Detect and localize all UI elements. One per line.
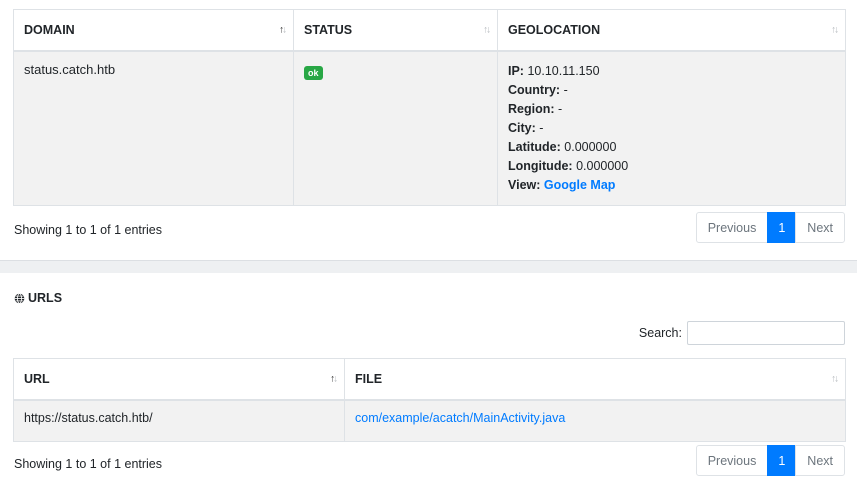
geo-ip: IP: 10.10.11.150: [508, 64, 600, 78]
sort-arrows-icon[interactable]: ↑↓: [483, 25, 491, 36]
search-label: Search:: [638, 326, 682, 340]
table-row: https://status.catch.htb/ com/example/ac…: [13, 399, 846, 442]
domains-section: DOMAIN ↑↓ STATUS ↑↓ GEOLOCATION ↑↓ statu…: [0, 0, 857, 260]
page-1-button[interactable]: 1: [767, 445, 797, 476]
search-input[interactable]: [687, 321, 845, 345]
status-cell: ok: [293, 50, 498, 206]
geo-view: View: Google Map: [508, 178, 616, 192]
file-link[interactable]: com/example/acatch/MainActivity.java: [355, 411, 565, 425]
geolocation-cell: IP: 10.10.11.150 Country: - Region: - Ci…: [497, 50, 846, 206]
status-badge: ok: [304, 66, 323, 80]
geo-latitude: Latitude: 0.000000: [508, 140, 617, 154]
domain-cell: status.catch.htb: [13, 50, 294, 206]
table-info: Showing 1 to 1 of 1 entries: [14, 223, 163, 237]
column-header-domain[interactable]: DOMAIN ↑↓: [13, 9, 294, 52]
next-button[interactable]: Next: [795, 445, 845, 476]
search-box: Search:: [639, 321, 845, 345]
column-label: FILE: [355, 372, 383, 386]
table-row: status.catch.htb ok IP: 10.10.11.150 Cou…: [13, 50, 846, 206]
column-header-file[interactable]: FILE ↑↓: [344, 358, 846, 401]
sort-arrows-icon[interactable]: ↑↓: [831, 25, 839, 36]
column-label: DOMAIN: [24, 23, 75, 37]
google-map-link[interactable]: Google Map: [544, 178, 616, 192]
urls-section: URLS Search: URL ↑↓ FILE ↑↓ https://stat…: [0, 273, 857, 487]
geo-region: Region: -: [508, 102, 563, 116]
sort-arrows-icon[interactable]: ↑↓: [831, 374, 839, 385]
column-header-url[interactable]: URL ↑↓: [13, 358, 345, 401]
page-1-button[interactable]: 1: [767, 212, 797, 243]
pagination: Previous 1 Next: [695, 445, 845, 476]
column-label: GEOLOCATION: [508, 23, 601, 37]
column-label: STATUS: [304, 23, 353, 37]
previous-button[interactable]: Previous: [695, 445, 769, 476]
column-label: URL: [24, 372, 50, 386]
column-header-status[interactable]: STATUS ↑↓: [293, 9, 498, 52]
url-cell: https://status.catch.htb/: [13, 399, 345, 442]
urls-heading-text: URLS: [28, 291, 63, 305]
pagination: Previous 1 Next: [695, 212, 845, 243]
geo-country: Country: -: [508, 83, 568, 97]
urls-heading: URLS: [14, 291, 62, 305]
table-header-row: URL ↑↓ FILE ↑↓: [13, 358, 846, 401]
next-button[interactable]: Next: [795, 212, 845, 243]
globe-icon: [14, 292, 25, 304]
domains-table: DOMAIN ↑↓ STATUS ↑↓ GEOLOCATION ↑↓ statu…: [13, 9, 846, 206]
sort-arrows-icon[interactable]: ↑↓: [330, 374, 338, 385]
table-header-row: DOMAIN ↑↓ STATUS ↑↓ GEOLOCATION ↑↓: [13, 9, 846, 52]
table-info: Showing 1 to 1 of 1 entries: [14, 457, 163, 471]
sort-arrows-icon[interactable]: ↑↓: [279, 25, 287, 36]
geo-city: City: -: [508, 121, 544, 135]
geo-longitude: Longitude: 0.000000: [508, 159, 629, 173]
file-cell: com/example/acatch/MainActivity.java: [344, 399, 846, 442]
urls-table: URL ↑↓ FILE ↑↓ https://status.catch.htb/…: [13, 358, 846, 442]
previous-button[interactable]: Previous: [695, 212, 769, 243]
section-divider: [0, 260, 857, 273]
column-header-geolocation[interactable]: GEOLOCATION ↑↓: [497, 9, 846, 52]
domain-value: status.catch.htb: [24, 62, 116, 77]
